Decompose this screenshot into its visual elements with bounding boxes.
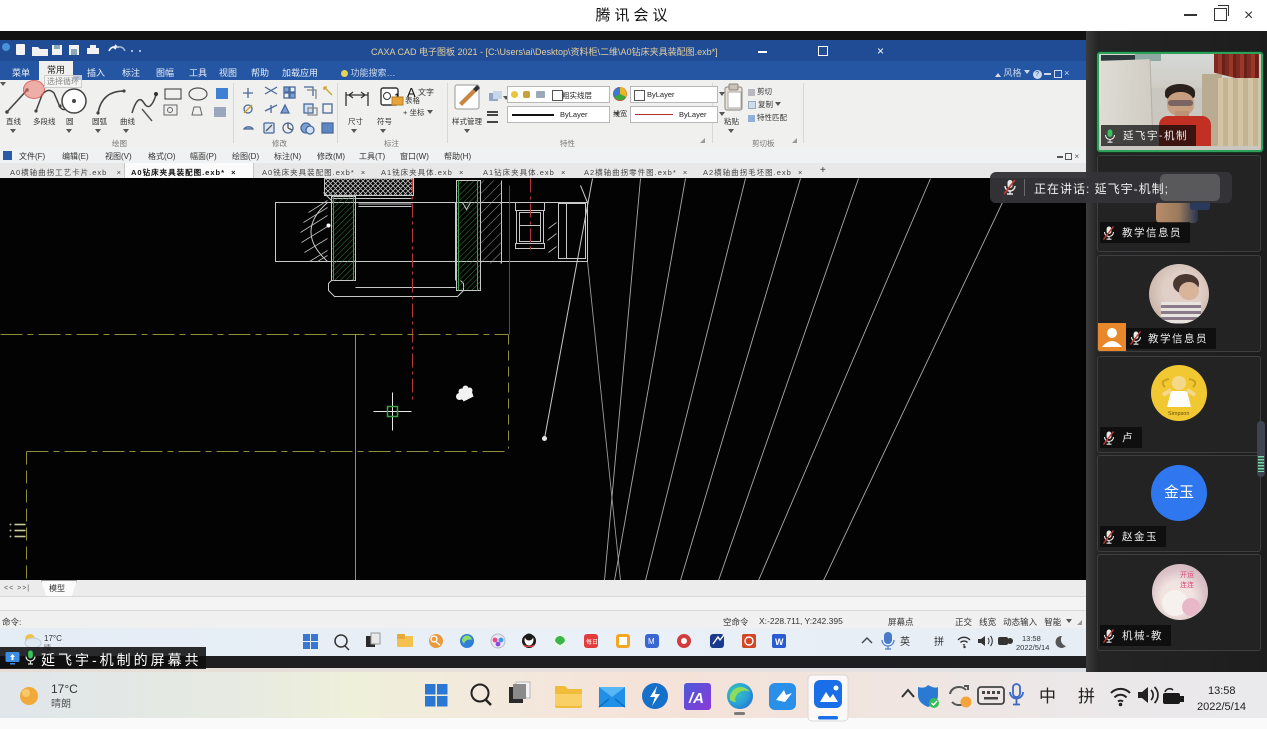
svg-text:/A: /A [688, 690, 704, 707]
svg-text:拼: 拼 [934, 635, 944, 648]
svg-text:英: 英 [900, 635, 910, 648]
svg-text:17°C: 17°C [51, 682, 78, 696]
svg-text:2022/5/14: 2022/5/14 [1016, 643, 1049, 652]
svg-text:M: M [648, 637, 655, 646]
svg-text:晴朗: 晴朗 [51, 697, 71, 710]
svg-text:W: W [775, 637, 784, 647]
svg-text:Simpson: Simpson [1168, 411, 1189, 417]
svg-text:2022/5/14: 2022/5/14 [1197, 701, 1246, 713]
svg-text:17°C: 17°C [44, 634, 62, 643]
svg-text:中: 中 [1039, 687, 1056, 706]
svg-text:每日: 每日 [586, 638, 598, 646]
svg-text:文字: 文字 [418, 87, 434, 97]
svg-text:拼: 拼 [1078, 687, 1095, 706]
svg-text:13:58: 13:58 [1208, 685, 1236, 697]
svg-text:13:58: 13:58 [1022, 634, 1041, 643]
